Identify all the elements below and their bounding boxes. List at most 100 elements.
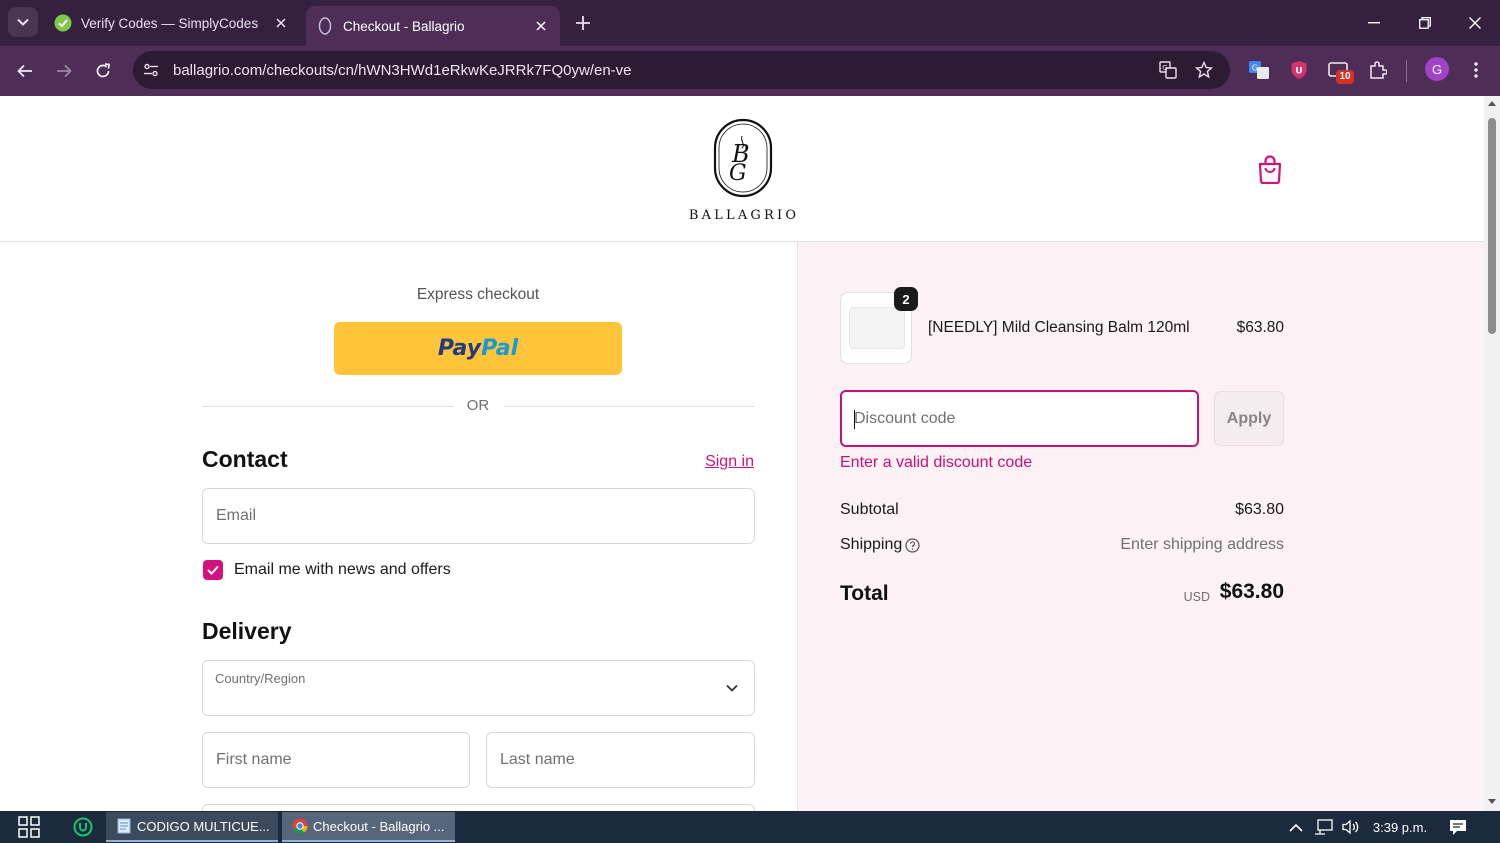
total-currency: USD [1183, 590, 1210, 604]
or-label: OR [466, 397, 490, 414]
reload-button[interactable] [89, 57, 117, 85]
checkmark-icon [207, 565, 219, 575]
close-icon [1469, 17, 1481, 29]
bookmark-star-icon[interactable] [1194, 60, 1214, 80]
help-circle-icon[interactable] [905, 538, 920, 553]
restore-icon [1419, 17, 1431, 29]
last-name-field[interactable]: Last name [486, 732, 755, 788]
close-tab-icon[interactable] [270, 12, 292, 34]
page-scrollbar[interactable] [1484, 96, 1500, 811]
subtotal-label: Subtotal [840, 501, 899, 518]
first-name-field[interactable]: First name [202, 732, 470, 788]
scroll-down-icon[interactable] [1488, 797, 1496, 805]
apply-discount-button[interactable]: Apply [1214, 391, 1284, 446]
taskbar-app-chrome[interactable]: Checkout - Ballagrio ... [282, 812, 455, 842]
taskbar-app-notepad[interactable]: CODIGO MULTICUE... [106, 812, 278, 842]
volume-control[interactable] [1339, 815, 1363, 839]
svg-text:G: G [1162, 64, 1167, 72]
close-tab-icon[interactable] [530, 15, 552, 37]
notification-center-icon [1450, 819, 1466, 835]
profile-avatar[interactable]: G [1425, 57, 1449, 81]
arrow-left-icon [17, 64, 32, 78]
extensions-puzzle-icon[interactable] [1366, 58, 1390, 82]
new-tab-button[interactable] [570, 10, 596, 36]
country-region-label: Country/Region [215, 671, 306, 686]
contact-heading: Contact [202, 446, 288, 472]
product-price: $63.80 [1236, 319, 1284, 336]
tab-title: Checkout - Ballagrio [343, 18, 465, 34]
address-field[interactable] [202, 804, 755, 811]
shopping-bag-icon[interactable] [1256, 154, 1284, 184]
taskbar-app-label: Checkout - Ballagrio ... [313, 818, 445, 834]
chevron-down-icon [726, 684, 738, 692]
browser-tab-strip: Verify Codes — SimplyCodes Checkout - Ba… [0, 0, 1500, 46]
sign-in-link[interactable]: Sign in [680, 453, 754, 471]
express-checkout-label: Express checkout [416, 286, 540, 303]
site-info-icon[interactable] [141, 60, 161, 80]
browser-toolbar: ballagrio.com/checkouts/cn/hWN3HWd1eRkwK… [0, 46, 1500, 96]
checkout-page: B G BALLAGRIO Express checkout Pay Pal OR… [0, 96, 1484, 811]
scroll-thumb[interactable] [1488, 118, 1496, 334]
tab-title: Verify Codes — SimplyCodes [81, 15, 259, 31]
delivery-heading: Delivery [202, 618, 292, 644]
shield-extension-icon[interactable]: U [1287, 58, 1311, 82]
google-translate-extension-icon[interactable]: G [1247, 58, 1271, 82]
restore-button[interactable] [1410, 8, 1440, 38]
chevron-down-icon [17, 18, 29, 26]
minimize-icon [1368, 22, 1380, 24]
toolbar-separator [1406, 60, 1407, 82]
clock[interactable]: 3:39 p.m. [1368, 815, 1432, 839]
divider-line [504, 406, 754, 407]
scroll-up-icon[interactable] [1488, 100, 1496, 108]
network-icon [1315, 819, 1333, 835]
tab-search-button[interactable] [8, 7, 38, 37]
speaker-icon [1342, 819, 1359, 835]
reload-icon [96, 63, 111, 78]
tab-checkout-ballagrio[interactable]: Checkout - Ballagrio [306, 6, 560, 46]
total-value: $63.80 [1219, 580, 1284, 603]
newsletter-label: Email me with news and offers [234, 561, 451, 578]
paypal-button[interactable]: Pay Pal [334, 322, 622, 375]
notepad-icon [117, 818, 131, 834]
minimize-button[interactable] [1359, 8, 1389, 38]
discount-code-input[interactable]: Discount code [840, 390, 1199, 447]
email-field[interactable]: Email [202, 488, 755, 544]
paypal-logo-part-2: Pal [481, 336, 519, 361]
close-window-button[interactable] [1460, 8, 1490, 38]
extension-badge: 10 [1336, 70, 1354, 84]
svg-text:G: G [729, 161, 747, 186]
svg-text:G: G [1252, 64, 1258, 73]
chevron-up-icon [1289, 823, 1303, 832]
first-name-placeholder: First name [216, 751, 292, 768]
windows-taskbar: CODIGO MULTICUE... Checkout - Ballagrio … [0, 811, 1500, 843]
more-menu-icon[interactable] [1464, 58, 1488, 82]
notifications-button[interactable] [1446, 815, 1470, 839]
address-bar[interactable]: ballagrio.com/checkouts/cn/hWN3HWd1eRkwK… [133, 51, 1230, 89]
shipping-label: Shipping [840, 536, 903, 553]
upwork-icon [73, 817, 93, 837]
newsletter-checkbox[interactable] [203, 560, 223, 580]
ballagrio-monogram-icon: B G [713, 118, 773, 198]
checkout-form: Express checkout Pay Pal OR Contact Sign … [0, 242, 797, 811]
show-hidden-icons[interactable] [1286, 815, 1306, 839]
last-name-placeholder: Last name [500, 751, 575, 768]
upwork-tray-app[interactable] [70, 812, 96, 842]
url-text: ballagrio.com/checkouts/cn/hWN3HWd1eRkwK… [173, 62, 632, 79]
task-view-icon [18, 816, 40, 838]
country-region-select[interactable]: Country/Region [202, 660, 755, 716]
order-summary: 2 [NEEDLY] Mild Cleansing Balm 120ml $63… [797, 242, 1484, 811]
product-image [849, 307, 905, 349]
forward-button[interactable] [50, 57, 78, 85]
plus-icon [576, 16, 590, 30]
translate-icon[interactable]: G [1158, 60, 1178, 80]
back-button[interactable] [11, 57, 39, 85]
text-cursor [854, 410, 855, 429]
discount-placeholder: Discount code [854, 410, 956, 427]
discount-error-message: Enter a valid discount code [840, 454, 1033, 471]
network-status[interactable] [1312, 815, 1336, 839]
ballagrio-logo[interactable]: B G BALLAGRIO [686, 118, 802, 228]
product-name: [NEEDLY] Mild Cleansing Balm 120ml [928, 319, 1190, 336]
tab-verify-codes[interactable]: Verify Codes — SimplyCodes [44, 6, 300, 40]
task-view-button[interactable] [12, 812, 46, 842]
arrow-right-icon [57, 64, 72, 78]
